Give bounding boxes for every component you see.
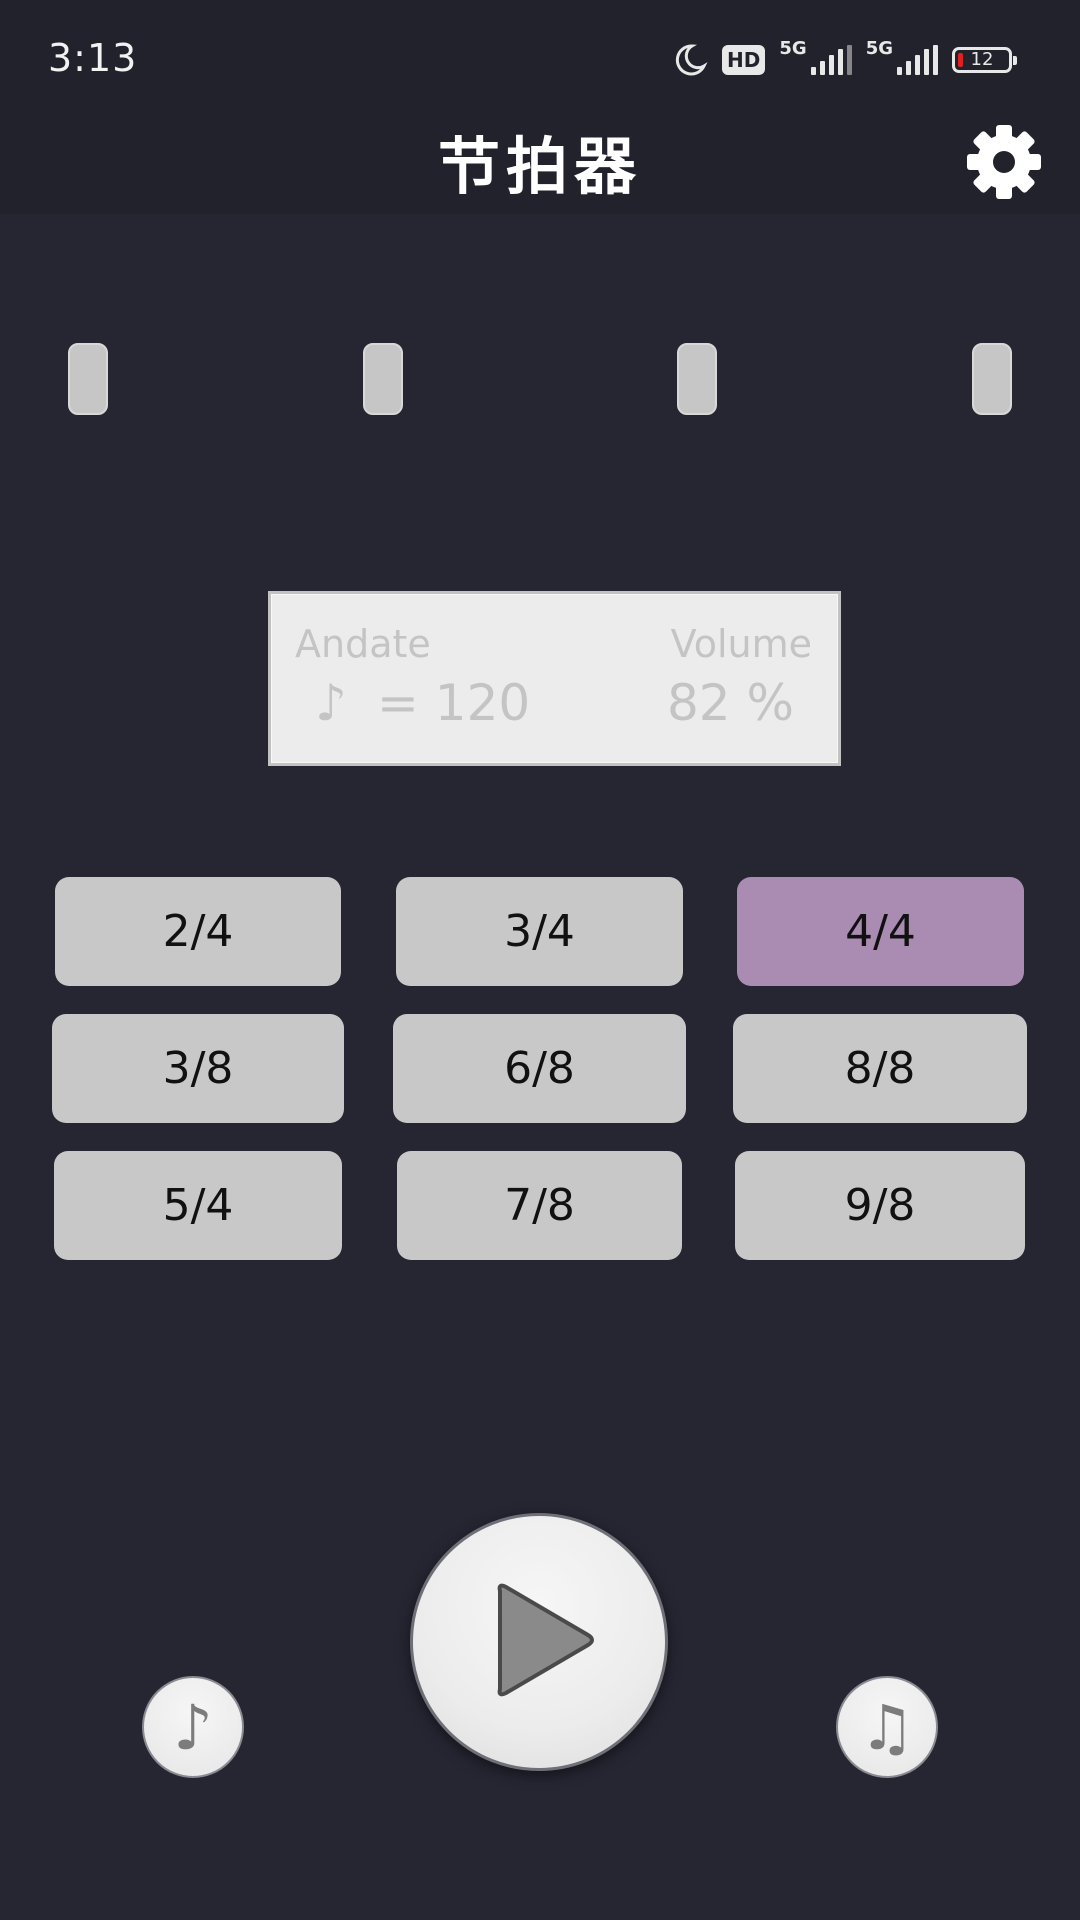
battery-icon: 12 bbox=[952, 47, 1017, 73]
time-signature-button[interactable]: 2/4 bbox=[55, 877, 341, 986]
beat-indicator-3 bbox=[677, 343, 717, 415]
bpm-value: = 120 bbox=[377, 674, 531, 732]
eighth-note-icon: ♪ bbox=[173, 1690, 213, 1764]
time-signature-button[interactable]: 8/8 bbox=[733, 1014, 1027, 1123]
time-signature-button[interactable]: 9/8 bbox=[735, 1151, 1025, 1260]
gear-icon bbox=[967, 125, 1041, 199]
sound-button[interactable]: ♫ bbox=[836, 1676, 938, 1778]
time-signature-button[interactable]: 6/8 bbox=[393, 1014, 686, 1123]
beamed-notes-icon: ♫ bbox=[859, 1690, 915, 1764]
network-label-2: 5G bbox=[865, 38, 893, 59]
note-value-button[interactable]: ♪ bbox=[142, 1676, 244, 1778]
status-icons: HD 5G 5G 12 bbox=[672, 38, 1017, 80]
tempo-panel[interactable]: Andate ♪ = 120 Volume 82 % bbox=[268, 591, 841, 766]
time-signature-button[interactable]: 3/4 bbox=[396, 877, 683, 986]
tempo-name: Andate bbox=[295, 622, 431, 666]
signal-1: 5G bbox=[779, 38, 852, 75]
moon-icon bbox=[675, 44, 708, 76]
status-bar: 3:13 HD 5G 5G 12 bbox=[0, 0, 1080, 110]
beat-indicator-2 bbox=[363, 343, 403, 415]
time-signature-button[interactable]: 4/4 bbox=[737, 877, 1024, 986]
hd-badge: HD bbox=[722, 45, 766, 75]
settings-button[interactable] bbox=[964, 122, 1044, 202]
page-title: 节拍器 bbox=[437, 130, 642, 203]
time-signature-button[interactable]: 5/4 bbox=[54, 1151, 342, 1260]
signal-2: 5G bbox=[866, 38, 938, 75]
signal-bars-icon bbox=[810, 45, 852, 75]
play-icon bbox=[497, 1583, 594, 1697]
time-signature-button[interactable]: 7/8 bbox=[397, 1151, 682, 1260]
time-signature-button[interactable]: 3/8 bbox=[52, 1014, 344, 1123]
battery-level: 12 bbox=[970, 49, 994, 70]
note-icon: ♪ bbox=[315, 674, 347, 732]
beat-indicator-4 bbox=[972, 343, 1012, 415]
volume-label: Volume bbox=[670, 622, 812, 666]
network-label-1: 5G bbox=[779, 38, 807, 59]
title-bar: 节拍器 bbox=[0, 110, 1080, 214]
beat-indicator-1 bbox=[68, 343, 108, 415]
volume-value: 82 % bbox=[666, 674, 794, 732]
play-button[interactable] bbox=[410, 1513, 668, 1771]
status-time: 3:13 bbox=[48, 36, 138, 80]
signal-bars-icon bbox=[897, 45, 938, 75]
